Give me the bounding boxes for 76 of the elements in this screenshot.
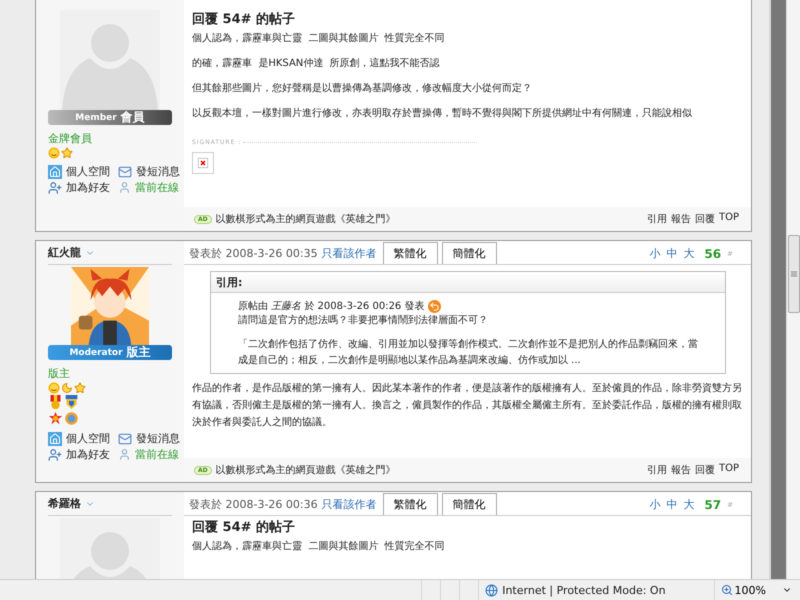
- add-friend-icon: [48, 448, 62, 462]
- font-size-link[interactable]: 中: [666, 246, 678, 261]
- rank-title: 版主: [48, 366, 71, 381]
- star-icon: [61, 147, 73, 159]
- group-badge: Member 會員: [48, 110, 172, 125]
- author-only-link[interactable]: 只看該作者: [322, 246, 377, 264]
- post-action-link[interactable]: 報告: [670, 212, 691, 226]
- post-title: 回覆 54# 的帖子: [192, 12, 296, 28]
- font-size-link[interactable]: 大: [683, 497, 694, 512]
- quote-label: 引用:: [216, 274, 242, 290]
- profile-link[interactable]: 個人空間: [48, 164, 110, 179]
- add-friend-icon: [48, 180, 62, 194]
- smiley-icon: [48, 147, 60, 159]
- post-action-link[interactable]: 引用: [646, 463, 667, 477]
- floor-mark: #: [727, 500, 733, 508]
- avatar-silhouette-icon: [60, 10, 160, 110]
- quote-text: 請問這是官方的想法嗎？非要把事情鬧到法律層面不可？: [238, 314, 489, 328]
- zoom-icon: [720, 584, 733, 596]
- author-name[interactable]: 紅火龍: [48, 245, 81, 260]
- font-size-link[interactable]: 中: [666, 497, 678, 512]
- floor-number: 56: [704, 246, 722, 260]
- post-action-link[interactable]: TOP: [718, 463, 739, 477]
- post-text: 個人認為，霹靂車與亡靈 二圖與其餘圖片 性質完全不同: [192, 32, 446, 46]
- mail-icon: [118, 164, 132, 178]
- floor-mark: #: [727, 250, 733, 258]
- script-convert-tab[interactable]: 簡體化: [442, 493, 497, 515]
- ad-link[interactable]: 以數棋形式為主的網頁遊戲《英雄之門》: [216, 463, 396, 477]
- shield-icon: [64, 395, 79, 410]
- home-icon: [48, 164, 62, 178]
- font-size-link[interactable]: 小: [649, 497, 660, 512]
- gear-icon: [64, 411, 79, 426]
- security-zone[interactable]: Internet | Protected Mode: On: [478, 580, 714, 600]
- mail-icon: [118, 432, 132, 446]
- user-icon: [118, 448, 131, 461]
- group-badge: Moderator 版主: [48, 345, 172, 360]
- profile-link[interactable]: 個人空間: [48, 431, 110, 446]
- floor-number: 57: [704, 498, 722, 512]
- script-convert-tab[interactable]: 繁體化: [382, 242, 438, 264]
- zoom-button[interactable]: 100%: [714, 580, 800, 600]
- smiley-icon: [48, 382, 60, 394]
- quote-source: 原帖由 王藤名 於 2008-3-26 00:26 發表: [238, 300, 424, 313]
- scrollbar[interactable]: [786, 0, 800, 579]
- profile-link[interactable]: 加為好友: [48, 180, 110, 195]
- post-text: 作品的作者，是作品版權的第一擁有人。因此某本著作的作者，便是該著作的版權擁有人。至於僱員的作品，除非勞資雙方另有協議，否則僱主是版權的第一擁有人。換言之，僱員製作的作品，其版權全屬僱主所有。至於委託作品，版權的擁有權則取決於作者與委託人之間的協議。: [192, 382, 743, 430]
- ad-link[interactable]: 以數棋形式為主的網頁遊戲《英雄之門》: [216, 212, 396, 226]
- moon-icon: [61, 382, 73, 394]
- post-date: 發表於 2008-3-26 00:35: [189, 246, 318, 262]
- quote-text: 「二次創作包括了仿作、改編、引用並加以發揮等創作模式。二次創作並不是把別人的作品剽竊回來，當成是自己的；相反，二次創作是明顯地以某作品為基調來改編、仿作或加以 ...: [238, 338, 699, 368]
- post-date: 發表於 2008-3-26 00:36: [189, 497, 318, 513]
- author-only-link[interactable]: 只看該作者: [322, 497, 377, 515]
- author-name[interactable]: 希羅格: [48, 496, 81, 511]
- post-text: 但其餘那些圖片，您好聲稱是以曹操傳為基調修改，修改幅度大小從何而定？: [192, 82, 533, 96]
- scroll-thumb[interactable]: [788, 235, 800, 313]
- globe-icon: [485, 584, 498, 596]
- medal-icon: [48, 395, 63, 410]
- profile-link[interactable]: 加為好友: [48, 447, 110, 462]
- user-icon: [118, 181, 131, 194]
- post-action-link[interactable]: 回覆: [694, 212, 715, 226]
- rank-title: 金牌會員: [48, 131, 93, 146]
- font-size-link[interactable]: 小: [649, 246, 660, 261]
- post-action-link[interactable]: 引用: [646, 212, 667, 226]
- home-icon: [48, 432, 62, 446]
- post-action-link[interactable]: 報告: [670, 463, 691, 477]
- script-convert-tab[interactable]: 簡體化: [442, 242, 497, 264]
- star-icon: [74, 382, 86, 394]
- post-text: 的確，霹靂車 是HKSAN仲達 所原創，這點我不能否認: [192, 57, 441, 71]
- grip-icon: [790, 271, 796, 277]
- script-convert-tab[interactable]: 繁體化: [382, 493, 438, 515]
- font-size-link[interactable]: 大: [683, 246, 694, 261]
- post-title: 回覆 54# 的帖子: [192, 520, 296, 536]
- post-action-link[interactable]: 回覆: [694, 463, 715, 477]
- profile-link[interactable]: 發短消息: [118, 431, 180, 446]
- post-text: 個人認為，霹靂車與亡靈 二圖與其餘圖片 性質完全不同: [192, 540, 446, 554]
- post-text: 以反觀本壇，一樣對圖片進行修改，亦表明取存於曹操傳，暫時不覺得與閣下所提供網址中有何關連，只能說相似: [192, 107, 693, 121]
- profile-link[interactable]: 發短消息: [118, 164, 180, 179]
- post-action-link[interactable]: TOP: [718, 212, 739, 226]
